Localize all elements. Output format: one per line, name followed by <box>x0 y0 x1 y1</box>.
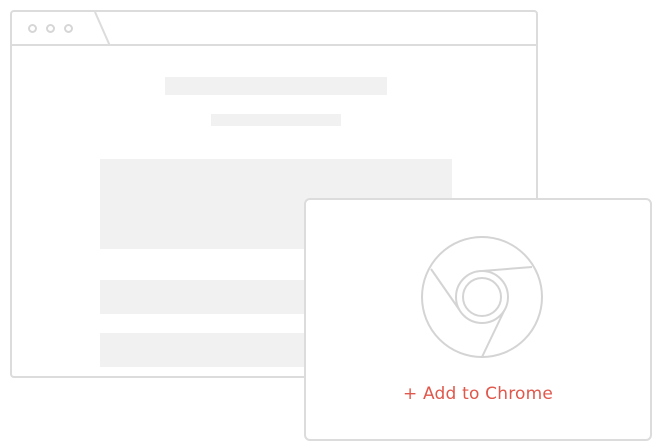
illustration-stage: + Add to Chrome <box>0 0 654 443</box>
browser-title-bar <box>12 12 536 46</box>
placeholder-title-bar <box>165 77 387 95</box>
chrome-logo-icon <box>421 236 543 358</box>
window-control-dot <box>28 24 37 33</box>
placeholder-content-block <box>100 333 310 367</box>
tab-edge-line <box>94 12 111 46</box>
placeholder-content-block <box>100 280 310 314</box>
placeholder-subtitle-bar <box>211 114 341 126</box>
add-to-chrome-button[interactable]: + Add to Chrome <box>306 384 650 404</box>
extension-card: + Add to Chrome <box>304 198 652 441</box>
window-control-dot <box>64 24 73 33</box>
window-control-dot <box>46 24 55 33</box>
